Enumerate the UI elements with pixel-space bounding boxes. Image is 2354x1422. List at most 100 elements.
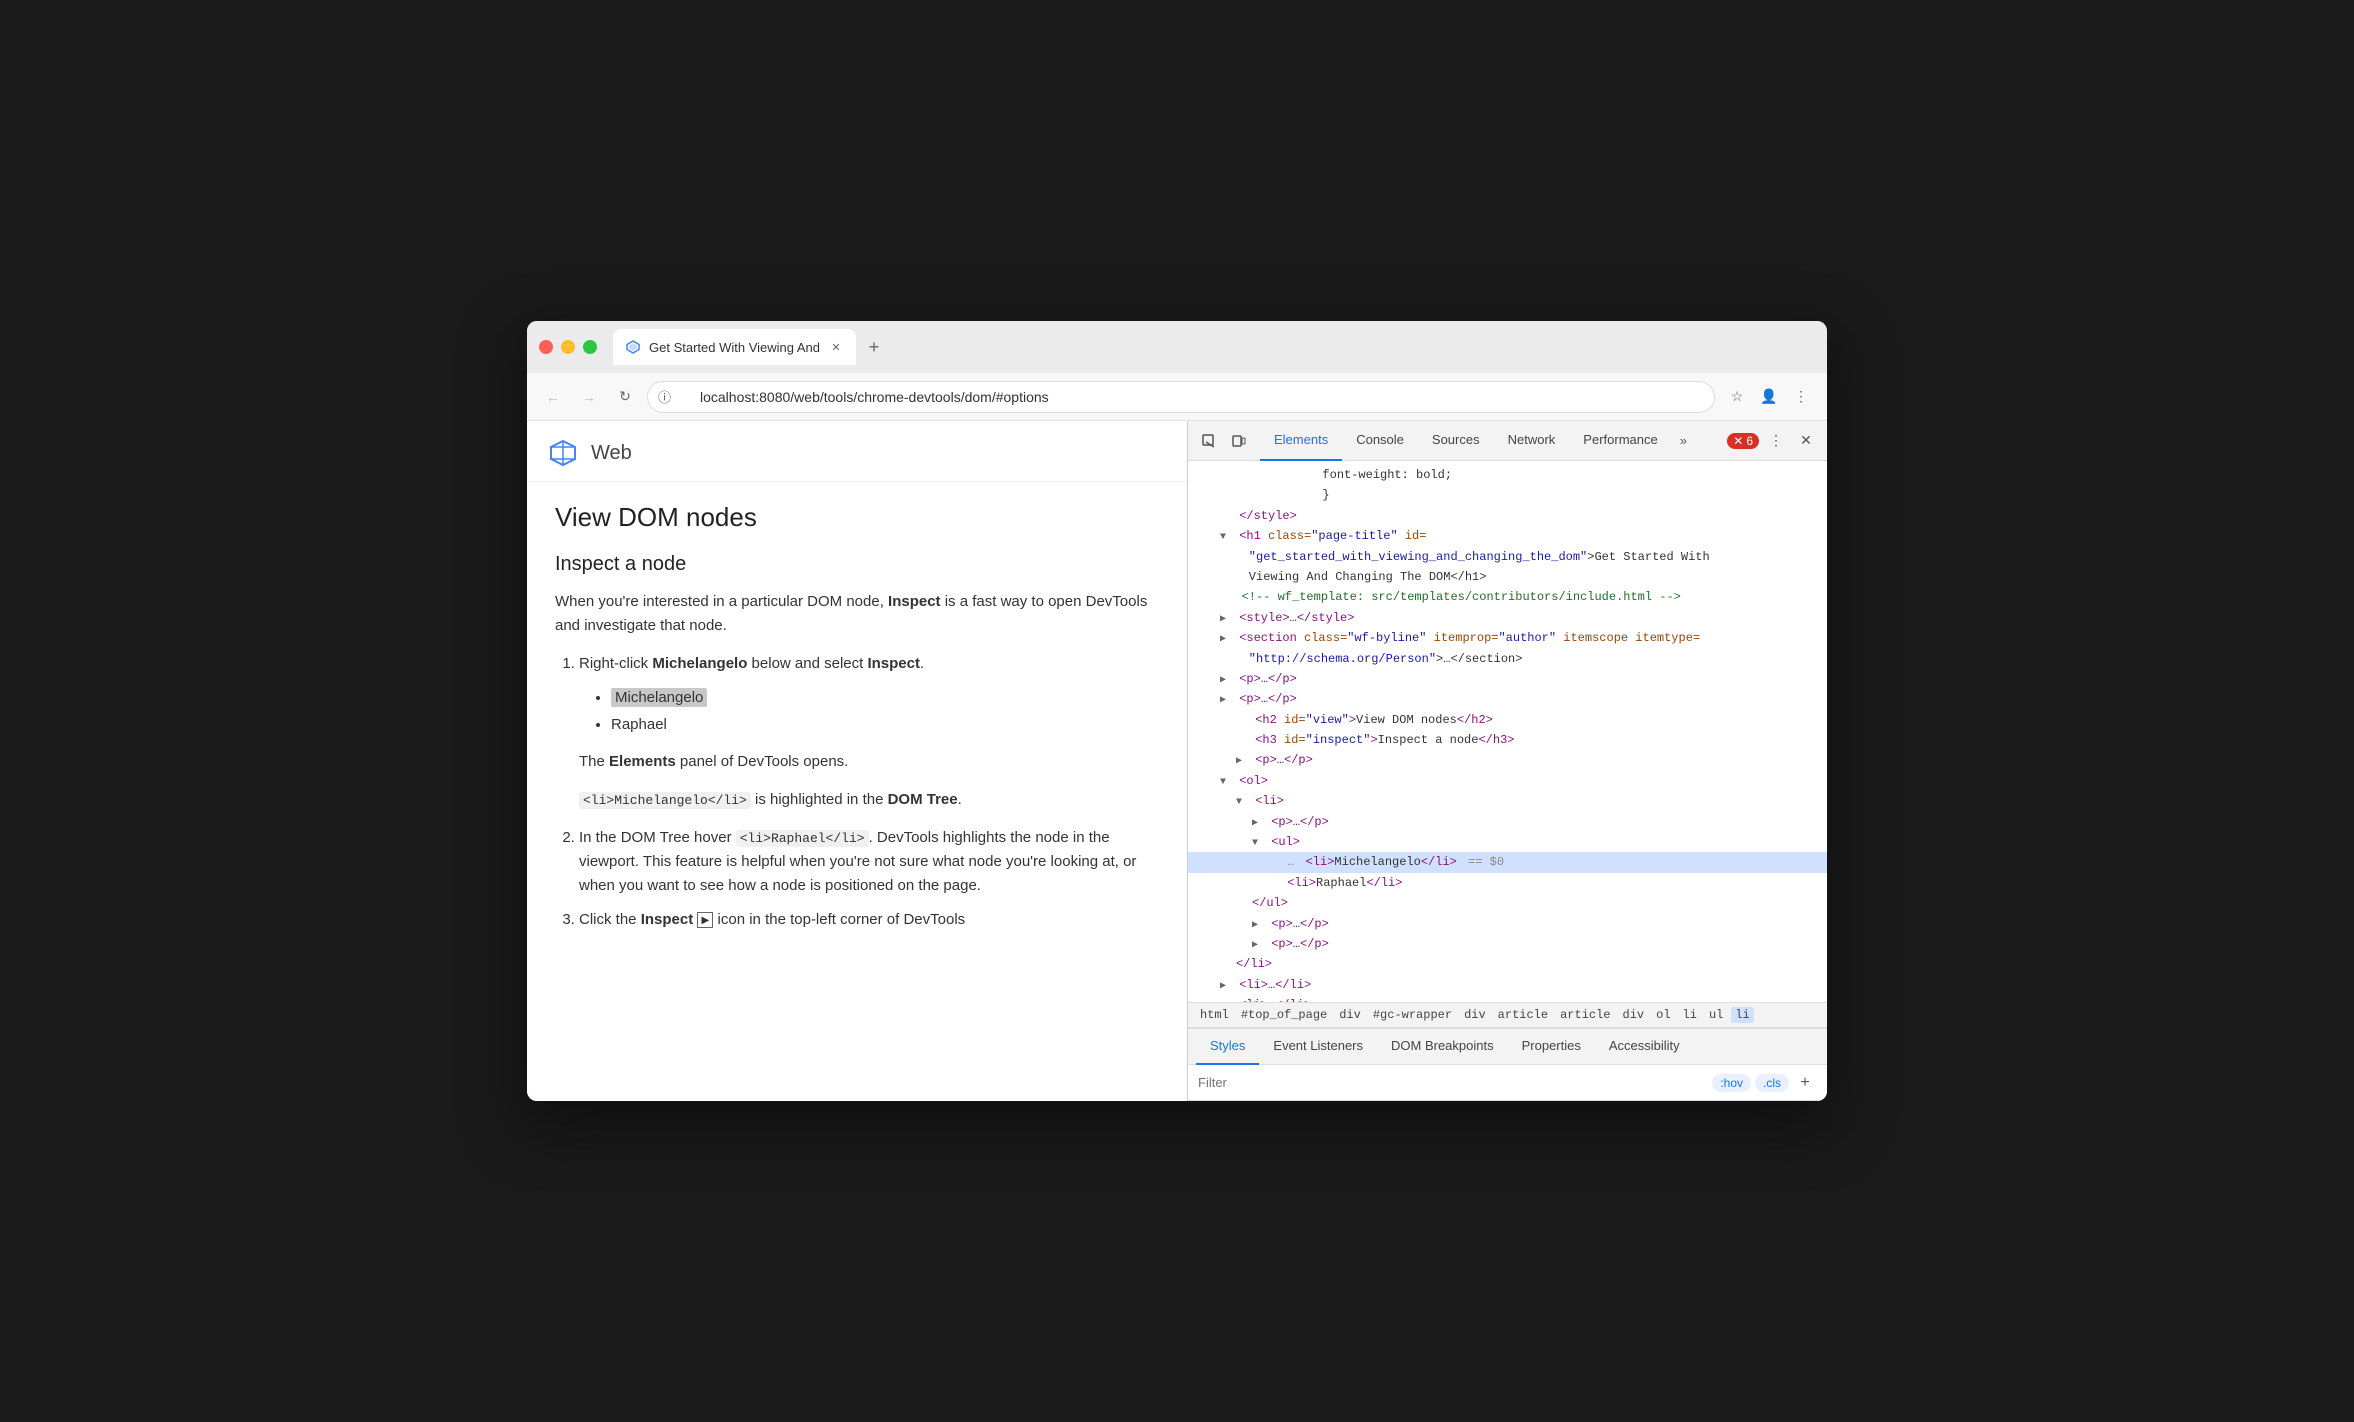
triangle-icon[interactable] (1252, 937, 1264, 954)
dom-line: <p>…</p> (1188, 689, 1827, 709)
devtools-toolbar: Elements Console Sources Network Perform… (1188, 421, 1827, 461)
breadcrumb-div-3[interactable]: div (1619, 1007, 1649, 1023)
tab-favicon-icon (625, 339, 641, 355)
traffic-lights (539, 340, 597, 354)
triangle-icon[interactable] (1220, 774, 1232, 791)
profile-button[interactable]: 👤 (1755, 383, 1783, 411)
tab-styles[interactable]: Styles (1196, 1029, 1259, 1065)
tab-sources[interactable]: Sources (1418, 421, 1494, 461)
tab-elements[interactable]: Elements (1260, 421, 1342, 461)
content-area: Web View DOM nodes Inspect a node When y… (527, 421, 1827, 1101)
breadcrumb-li-2[interactable]: li (1731, 1007, 1753, 1023)
breadcrumb-html[interactable]: html (1196, 1007, 1233, 1023)
tab-area: Get Started With Viewing And ✕ + (613, 329, 1815, 365)
dom-line: <li> (1188, 791, 1827, 811)
triangle-icon[interactable] (1220, 529, 1232, 546)
device-toolbar-button[interactable] (1226, 428, 1252, 454)
site-logo-icon (547, 437, 579, 469)
dom-line: <li>Raphael</li> (1188, 873, 1827, 893)
breadcrumb-li-1[interactable]: li (1679, 1007, 1701, 1023)
forward-button[interactable]: → (575, 383, 603, 411)
devtools-more-tabs-button[interactable]: » (1672, 433, 1695, 448)
bookmark-button[interactable]: ☆ (1723, 383, 1751, 411)
inspect-element-button[interactable] (1196, 428, 1222, 454)
dom-line: <li>…</li> (1188, 995, 1827, 1002)
current-element-marker: == $0 (1461, 855, 1504, 869)
site-name: Web (591, 442, 632, 465)
filter-add-button[interactable]: + (1793, 1071, 1817, 1095)
devtools-bottom-tabs: Styles Event Listeners DOM Breakpoints P… (1188, 1029, 1827, 1065)
breadcrumb-top-of-page[interactable]: #top_of_page (1237, 1007, 1331, 1023)
list-item-3: Click the Inspect ▶ icon in the top-left… (579, 908, 1159, 932)
triangle-icon[interactable] (1220, 692, 1232, 709)
reload-button[interactable]: ↻ (611, 383, 639, 411)
tab-performance[interactable]: Performance (1569, 421, 1671, 461)
tab-title: Get Started With Viewing And (649, 340, 820, 355)
browser-tab-active[interactable]: Get Started With Viewing And ✕ (613, 329, 856, 365)
breadcrumb-ol[interactable]: ol (1652, 1007, 1674, 1023)
triangle-icon[interactable] (1252, 917, 1264, 934)
dom-line: <p>…</p> (1188, 669, 1827, 689)
dom-line: Viewing And Changing The DOM</h1> (1188, 567, 1827, 587)
breadcrumb-gc-wrapper[interactable]: #gc-wrapper (1369, 1007, 1456, 1023)
dom-line: <p>…</p> (1188, 934, 1827, 954)
dom-tree[interactable]: font-weight: bold; } </style> <h1 class=… (1188, 461, 1827, 1002)
triangle-icon[interactable] (1252, 835, 1264, 852)
maximize-window-button[interactable] (583, 340, 597, 354)
devtools-close-button[interactable]: ✕ (1793, 428, 1819, 454)
page-header: Web (527, 421, 1187, 482)
filter-cls-button[interactable]: .cls (1755, 1074, 1789, 1092)
error-badge[interactable]: ✕ 6 (1727, 433, 1759, 449)
tab-dom-breakpoints[interactable]: DOM Breakpoints (1377, 1029, 1508, 1065)
devtools-settings-button[interactable]: ⋮ (1763, 428, 1789, 454)
tab-network[interactable]: Network (1494, 421, 1570, 461)
breadcrumb-div-1[interactable]: div (1335, 1007, 1365, 1023)
list-item-1: Right-click Michelangelo below and selec… (579, 652, 1159, 812)
triangle-icon[interactable] (1220, 672, 1232, 689)
triangle-icon[interactable] (1236, 794, 1248, 811)
dom-line: font-weight: bold; (1188, 465, 1827, 485)
triangle-icon[interactable] (1220, 978, 1232, 995)
tab-accessibility[interactable]: Accessibility (1595, 1029, 1694, 1065)
filter-actions: :hov .cls + (1712, 1071, 1817, 1095)
toolbar-right: ☆ 👤 ⋮ (1723, 383, 1815, 411)
devtools-bottom-panel: Styles Event Listeners DOM Breakpoints P… (1188, 1028, 1827, 1101)
highlighted-note: <li>Michelangelo</li> is highlighted in … (579, 788, 1159, 812)
page-heading-inspect: Inspect a node (555, 553, 1159, 576)
tab-event-listeners[interactable]: Event Listeners (1259, 1029, 1377, 1065)
tab-console[interactable]: Console (1342, 421, 1418, 461)
dom-line: </ul> (1188, 893, 1827, 913)
minimize-window-button[interactable] (561, 340, 575, 354)
breadcrumb-div-2[interactable]: div (1460, 1007, 1490, 1023)
dom-line-selected[interactable]: … <li>Michelangelo</li> == $0 (1188, 852, 1827, 872)
dom-line: <h1 class="page-title" id= (1188, 526, 1827, 546)
tab-close-button[interactable]: ✕ (828, 339, 844, 355)
page-paragraph-intro: When you're interested in a particular D… (555, 590, 1159, 638)
new-tab-button[interactable]: + (860, 333, 888, 361)
breadcrumb-ul[interactable]: ul (1705, 1007, 1727, 1023)
menu-button[interactable]: ⋮ (1787, 383, 1815, 411)
triangle-icon[interactable] (1252, 815, 1264, 832)
styles-filter-input[interactable] (1198, 1075, 1704, 1090)
triangle-icon[interactable] (1236, 753, 1248, 770)
devtools-panel: Elements Console Sources Network Perform… (1187, 421, 1827, 1101)
triangle-icon[interactable] (1220, 631, 1232, 648)
triangle-icon[interactable] (1220, 611, 1232, 628)
filter-bar: :hov .cls + (1188, 1065, 1827, 1101)
tab-properties[interactable]: Properties (1508, 1029, 1595, 1065)
address-input[interactable]: ⓘ localhost:8080/web/tools/chrome-devtoo… (647, 381, 1715, 413)
close-window-button[interactable] (539, 340, 553, 354)
url-text: localhost:8080/web/tools/chrome-devtools… (700, 389, 1049, 405)
filter-hov-button[interactable]: :hov (1712, 1074, 1751, 1092)
breadcrumb-article-2[interactable]: article (1556, 1007, 1614, 1023)
dom-line: <h2 id="view">View DOM nodes</h2> (1188, 710, 1827, 730)
dom-line: <section class="wf-byline" itemprop="aut… (1188, 628, 1827, 648)
browser-window: Get Started With Viewing And ✕ + ← → ↻ ⓘ… (527, 321, 1827, 1101)
page-content: Web View DOM nodes Inspect a node When y… (527, 421, 1187, 1101)
list-item-2: In the DOM Tree hover <li>Raphael</li>. … (579, 826, 1159, 898)
dom-line: <p>…</p> (1188, 812, 1827, 832)
breadcrumb-article-1[interactable]: article (1494, 1007, 1552, 1023)
back-button[interactable]: ← (539, 383, 567, 411)
dom-line: <ol> (1188, 771, 1827, 791)
dom-line: <p>…</p> (1188, 750, 1827, 770)
